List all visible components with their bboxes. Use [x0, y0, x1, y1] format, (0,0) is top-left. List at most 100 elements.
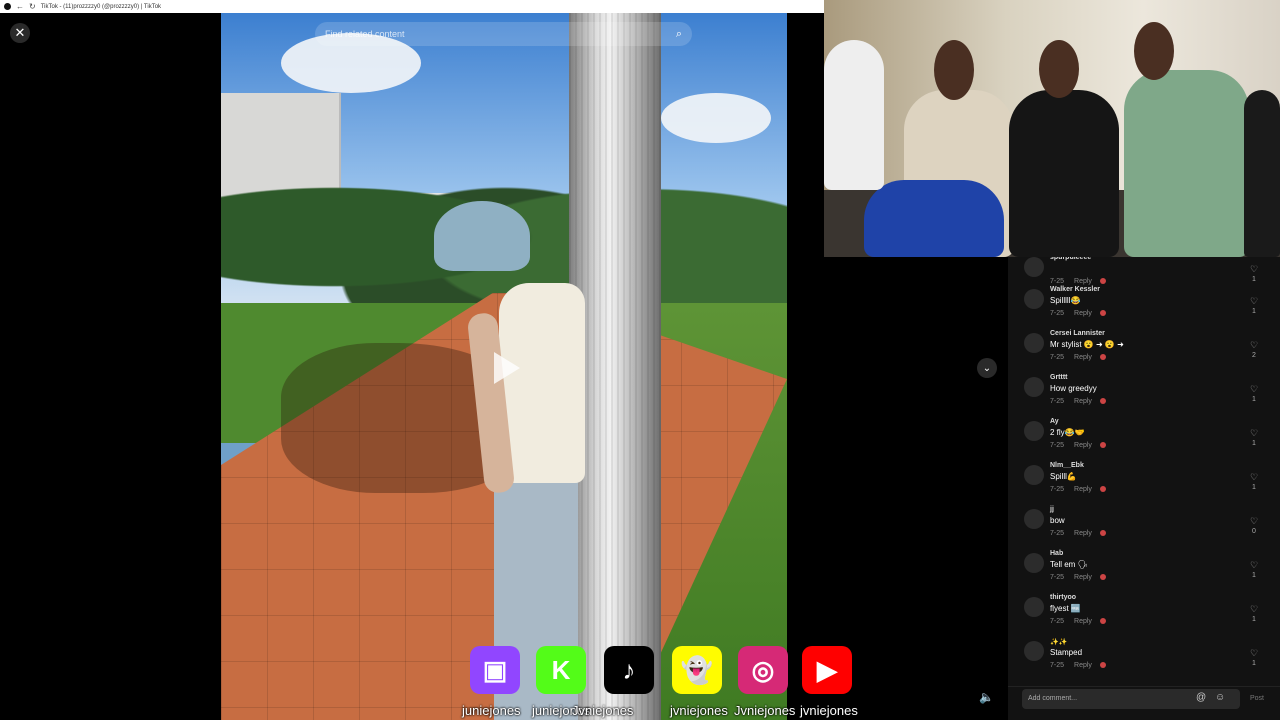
- like-count: 1: [1252, 616, 1256, 623]
- comment-item: Cersei Lannister Mr stylist 😮 ➜ 😮 ➜ 7-25 Re…: [1024, 330, 1274, 374]
- comment-date: 7-25: [1050, 486, 1065, 493]
- comment-date: 7-25: [1050, 398, 1065, 405]
- avatar[interactable]: [1024, 553, 1044, 573]
- reply-button[interactable]: Reply: [1074, 618, 1092, 625]
- reply-button[interactable]: Reply: [1074, 574, 1092, 581]
- like-count: 2: [1252, 352, 1256, 359]
- emoji-icon[interactable]: ☺: [1215, 692, 1225, 703]
- search-placeholder: Find related content: [325, 29, 405, 39]
- search-icon[interactable]: ⌕: [670, 25, 688, 43]
- heart-icon[interactable]: ♡: [1248, 296, 1260, 307]
- at-icon[interactable]: @: [1196, 692, 1206, 703]
- heart-icon[interactable]: ♡: [1248, 648, 1260, 659]
- play-icon[interactable]: [494, 352, 520, 384]
- comment-author[interactable]: Nlm__Ebk: [1050, 462, 1084, 469]
- comment-text: Mr stylist 😮 ➜ 😮 ➜: [1050, 340, 1124, 349]
- avatar[interactable]: [1024, 333, 1044, 353]
- heart-icon[interactable]: ♡: [1248, 472, 1260, 483]
- comments-panel: spurpuleeee 7-25 Reply ♡ 1 Walker Kessler Spil…: [1008, 257, 1280, 720]
- avatar[interactable]: [1024, 289, 1044, 309]
- comment-bar: Add comment... @ ☺ Post: [1008, 686, 1280, 720]
- comment-author[interactable]: thirtyoo: [1050, 594, 1076, 601]
- reply-button[interactable]: Reply: [1074, 486, 1092, 493]
- comment-text: Stamped: [1050, 648, 1083, 657]
- social-handle-tiktok: Jvniejones: [572, 703, 634, 718]
- heart-icon[interactable]: ♡: [1248, 340, 1260, 351]
- webcam-overlay: [824, 0, 1280, 257]
- like-count: 1: [1252, 660, 1256, 667]
- comment-meta: 7-25 Reply: [1050, 442, 1106, 449]
- reply-button[interactable]: Reply: [1074, 530, 1092, 537]
- comment-author[interactable]: ✨✨: [1050, 638, 1067, 646]
- social-handle-youtube: jvniejones: [800, 703, 858, 718]
- heart-icon[interactable]: ♡: [1248, 428, 1260, 439]
- comment-text: Spilllll😂: [1050, 296, 1081, 305]
- social-handle-instagram: Jvniejones: [734, 703, 796, 718]
- comment-text: bow: [1050, 516, 1065, 525]
- reply-button[interactable]: Reply: [1074, 278, 1092, 285]
- volume-icon[interactable]: 🔈: [979, 690, 994, 704]
- comment-input[interactable]: Add comment...: [1022, 689, 1240, 709]
- reply-button[interactable]: Reply: [1074, 442, 1092, 449]
- comment-meta: 7-25 Reply: [1050, 574, 1106, 581]
- comment-placeholder: Add comment...: [1028, 695, 1078, 702]
- heart-icon[interactable]: ♡: [1248, 516, 1260, 527]
- video-person: [434, 201, 530, 271]
- heart-icon[interactable]: ♡: [1248, 264, 1260, 275]
- social-handle-twitch: juniejones: [462, 703, 521, 718]
- comment-author[interactable]: Cersei Lannister: [1050, 330, 1105, 337]
- comment-item: Hab Tell em 🗣 7-25 Reply ♡ 1: [1024, 550, 1274, 594]
- search-input[interactable]: Find related content ⌕: [315, 22, 692, 46]
- comment-date: 7-25: [1050, 574, 1065, 581]
- comment-meta: 7-25 Reply: [1050, 354, 1106, 361]
- reply-button[interactable]: Reply: [1074, 310, 1092, 317]
- creator-like-icon: [1099, 354, 1106, 361]
- back-arrow-icon[interactable]: ←: [16, 2, 24, 11]
- comment-date: 7-25: [1050, 310, 1065, 317]
- comment-author[interactable]: Grtttt: [1050, 374, 1068, 381]
- comment-author[interactable]: Walker Kessler: [1050, 286, 1100, 293]
- creator-like-icon: [1099, 574, 1106, 581]
- close-icon: ✕: [14, 25, 26, 40]
- post-button[interactable]: Post: [1250, 695, 1264, 702]
- like-count: 0: [1252, 528, 1256, 535]
- comment-item: ✨✨ Stamped 7-25 Reply ♡ 1: [1024, 638, 1274, 682]
- avatar[interactable]: [1024, 509, 1044, 529]
- comment-author[interactable]: jj: [1050, 506, 1054, 513]
- creator-like-icon: [1099, 398, 1106, 405]
- like-count: 1: [1252, 308, 1256, 315]
- avatar[interactable]: [1024, 465, 1044, 485]
- avatar[interactable]: [1024, 377, 1044, 397]
- comment-text: Tell em 🗣: [1050, 560, 1088, 569]
- comment-author[interactable]: Hab: [1050, 550, 1063, 557]
- comment-text: flyest 🆓: [1050, 604, 1081, 613]
- reply-button[interactable]: Reply: [1074, 354, 1092, 361]
- heart-icon[interactable]: ♡: [1248, 384, 1260, 395]
- like-count: 1: [1252, 396, 1256, 403]
- close-button[interactable]: ✕: [10, 23, 30, 43]
- comment-item: jj bow 7-25 Reply ♡ 0: [1024, 506, 1274, 550]
- reply-button[interactable]: Reply: [1074, 398, 1092, 405]
- heart-icon[interactable]: ♡: [1248, 560, 1260, 571]
- reply-button[interactable]: Reply: [1074, 662, 1092, 669]
- creator-like-icon: [1099, 530, 1106, 537]
- avatar[interactable]: [1024, 641, 1044, 661]
- comment-date: 7-25: [1050, 618, 1065, 625]
- comment-date: 7-25: [1050, 530, 1065, 537]
- social-links: ▣ juniejones Kjuniejones ♪ Jvniejones 👻 jvniej…: [462, 646, 862, 720]
- browser-title-bar: ← ↻ TikTok - (11)prozzzzy0 (@prozzzzy0) …: [0, 0, 824, 13]
- heart-icon[interactable]: ♡: [1248, 604, 1260, 615]
- avatar[interactable]: [1024, 597, 1044, 617]
- avatar[interactable]: [1024, 257, 1044, 277]
- scroll-down-button[interactable]: ⌄: [977, 358, 997, 378]
- comment-date: 7-25: [1050, 442, 1065, 449]
- comment-meta: 7-25 Reply: [1050, 618, 1106, 625]
- comment-author[interactable]: spurpuleeee: [1050, 257, 1091, 261]
- kick-logo-icon: K: [536, 646, 586, 694]
- avatar[interactable]: [1024, 421, 1044, 441]
- comment-author[interactable]: Ay: [1050, 418, 1059, 425]
- reload-icon[interactable]: ↻: [29, 2, 36, 11]
- like-count: 1: [1252, 276, 1256, 283]
- like-count: 1: [1252, 572, 1256, 579]
- creator-like-icon: [1099, 486, 1106, 493]
